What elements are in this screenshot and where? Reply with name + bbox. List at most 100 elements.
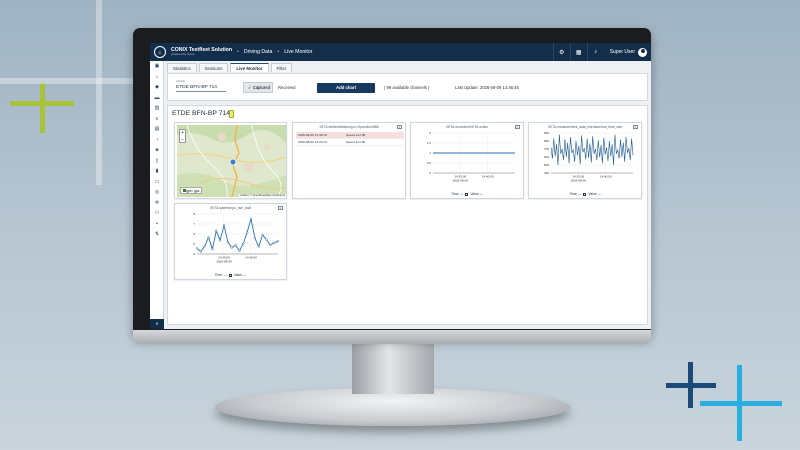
x-tick-label: 14:40:00 (482, 175, 494, 179)
vehicle-select[interactable]: ETDE BFN-BP 714 (176, 83, 226, 92)
data-point (242, 242, 245, 245)
battery-indicator-icon (229, 110, 234, 118)
sidebar-dashboard-icon[interactable]: ▣ (150, 61, 164, 72)
channels-info: ( 99 available channels ) (384, 85, 430, 90)
sidebar-battery-icon[interactable]: ▮ (150, 166, 164, 177)
data-point (211, 248, 214, 251)
y-tick-label: 500 (544, 163, 549, 167)
legend-time-label: Time: (214, 273, 223, 277)
sidebar-database-icon[interactable]: ◎ (150, 187, 164, 198)
breadcrumb-driving-data[interactable]: Driving Data (244, 49, 273, 55)
breadcrumb-separator: • (277, 49, 280, 55)
map-zoom-control: + − (179, 129, 186, 143)
card-menu-icon[interactable]: ≡ (397, 124, 402, 129)
zoom-in-button[interactable]: + (180, 130, 185, 137)
sidebar-list-icon[interactable]: ≡ (150, 114, 164, 125)
sidebar-phone-icon[interactable]: ▯ (150, 156, 164, 167)
table-card-title: XETA.blebereitstellung.nr./SpeedLimitB8 (319, 125, 379, 129)
y-tick-label: 1 (429, 151, 431, 155)
y-tick-label: 8 (193, 212, 195, 216)
chart-legend: Time: — Value — (411, 192, 523, 196)
conix-logo-icon[interactable]: C (154, 46, 166, 58)
line-chart-cpu-use[interactable]: 8765414:35:00 14:40:002026-08-09 (175, 210, 288, 274)
y-tick-label: 400 (544, 171, 549, 175)
y-tick-label: 2 (429, 131, 431, 135)
sidebar-car-icon[interactable]: ◆ (150, 82, 164, 93)
toggle-received-button[interactable]: Received (278, 82, 295, 93)
y-tick-label: 6 (193, 232, 195, 236)
y-tick-label: 700 (544, 147, 549, 151)
sidebar-home-icon[interactable]: ⌂ (150, 72, 164, 83)
table-cell-value: Speed Lmt 80 (346, 133, 366, 137)
sidebar-document-icon[interactable]: ▤ (150, 124, 164, 135)
line-chart-real-time-rate[interactable]: 90080070060050040014:35:00 14:40:002026-0… (529, 129, 643, 193)
y-tick-label: 0.5 (427, 161, 432, 165)
x-tick-label: 14:40:00 (245, 256, 257, 260)
sidebar-chart-icon[interactable]: ▥ (150, 103, 164, 114)
x-tick-sublabel: 2026-08-09 (216, 260, 232, 264)
tab-filter[interactable]: Filter (270, 63, 293, 72)
sidebar-expand-button[interactable]: » (150, 319, 164, 329)
chart-legend: Time: — Value — (175, 273, 286, 277)
x-tick-sublabel: 2026-08-09 (571, 179, 587, 183)
sidebar-settings-icon[interactable]: ✲ (150, 198, 164, 209)
user-name[interactable]: Super User (610, 49, 635, 55)
vehicle-position-marker[interactable] (229, 158, 237, 166)
data-point (276, 240, 280, 243)
tab-statistics[interactable]: Statistics (167, 63, 197, 72)
card-menu-icon[interactable]: ≡ (633, 124, 638, 129)
data-point (265, 238, 268, 241)
legend-value-label: Value (470, 192, 479, 196)
map-attribution[interactable]: Leaflet | © OpenStreetMap contributors (238, 194, 286, 197)
card-menu-icon[interactable]: ≡ (515, 124, 520, 129)
map-layer-legend[interactable]: gps / gps (180, 187, 202, 194)
monitor-chin (133, 330, 651, 344)
decor-cross-white-h (0, 78, 133, 84)
table-cell-value: Speed Lmt 80 (346, 140, 366, 144)
sidebar-lock-icon[interactable]: ▪ (150, 219, 164, 230)
legend-line-icon: — (243, 273, 247, 277)
series-line (196, 218, 279, 253)
y-tick-label: 900 (544, 131, 549, 135)
data-point (269, 244, 272, 247)
toggle-captured-button[interactable]: ✓ Captured (243, 82, 273, 93)
data-point (215, 229, 218, 232)
sidebar-truck-icon[interactable]: ▬ (150, 93, 164, 104)
sidebar-gauge-icon[interactable]: ◔ (150, 135, 164, 146)
settings-gear-icon[interactable]: ⚙ (552, 43, 570, 61)
data-point (203, 244, 206, 248)
sidebar-device-icon[interactable]: ▭ (150, 177, 164, 188)
table-card: XETA.blebereitstellung.nr./SpeedLimitB8 … (292, 122, 406, 199)
sidebar-transfer-icon[interactable]: ⇅ (150, 229, 164, 240)
breadcrumb-live-monitor[interactable]: Live Monitor (284, 49, 312, 55)
tab-sessions[interactable]: Sessions (198, 63, 229, 72)
legend-line-icon: — (479, 192, 483, 196)
dashboard-title: ETDE BFN-BP 714 (172, 110, 231, 117)
tab-live-monitor[interactable]: Live Monitor (230, 63, 269, 72)
legend-swatch[interactable] (583, 192, 587, 196)
add-chart-button[interactable]: Add chart (317, 83, 375, 93)
y-tick-label: 5 (193, 242, 195, 246)
legend-swatch[interactable] (465, 192, 469, 196)
line-chart-online[interactable]: 21.510.5014:35:00 14:40:002026-08-09 (411, 129, 525, 193)
table-row[interactable]: 2026-08-09 14:23:44 Speed Lmt 80 (296, 139, 404, 146)
map-layer-label: gps / gps (186, 188, 200, 193)
map-view[interactable]: + − gps / gps Leaflet | © OpenStreetMap … (177, 125, 286, 197)
legend-swatch[interactable] (228, 273, 232, 277)
table-row[interactable]: 2026-08-09 14:46:19 Speed Lmt 80 (296, 132, 404, 139)
data-point (218, 239, 222, 242)
sidebar: ▣ ⌂ ◆ ▬ ▥ ≡ ▤ ◔ ◈ ▯ ▮ ▭ ◎ ✲ ⚇ ▪ ⇅ » (150, 61, 164, 329)
series-line (550, 134, 634, 166)
sidebar-map-icon[interactable]: ◈ (150, 145, 164, 156)
bell-icon[interactable]: ♪ (586, 43, 604, 61)
calendar-icon[interactable]: ▦ (569, 43, 587, 61)
zoom-out-button[interactable]: − (180, 137, 185, 144)
header-actions: ⚙ ▦ ♪ Super User (552, 43, 651, 61)
avatar[interactable] (638, 47, 647, 57)
sidebar-group-icon[interactable]: ⚇ (150, 208, 164, 219)
data-point (249, 217, 253, 220)
table-cell-time: 2026-08-09 14:23:44 (298, 140, 327, 144)
y-tick-label: 1.5 (427, 141, 432, 145)
data-point (253, 236, 257, 240)
card-menu-icon[interactable]: ≡ (278, 205, 283, 210)
